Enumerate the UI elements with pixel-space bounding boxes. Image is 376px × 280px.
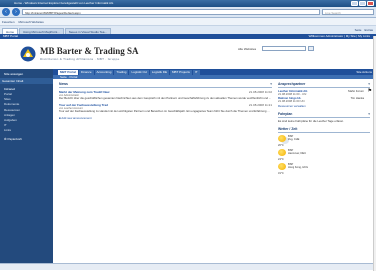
recycle-bin-label: Papierkorb [7,136,23,141]
sidebar-item-view-site[interactable]: Site anzeigen [0,71,53,76]
weather-temp: 20°C [278,143,284,147]
news-title-text: News [59,82,68,86]
page-menu[interactable]: Seite [355,28,362,32]
news-item-date: 21.08.2008 11:02 [248,90,272,94]
window-title: Home - Windows Internet Explorer bereitg… [14,1,114,5]
address-bar[interactable]: http://intranet:80/MBT/Pages/Default.asp… [22,9,320,15]
search-input[interactable]: Live Search [322,9,374,15]
tab-mappoint[interactable]: Using Microsoft MapPoint... [19,28,64,34]
tab-mbt-projects[interactable]: MBT Projects [169,69,192,75]
tab-visual-studio[interactable]: Neues in Visual Studio Tea... [64,28,111,34]
tab-logistik-ch[interactable]: Logistik CH [129,69,149,75]
search-go-button[interactable] [308,46,314,51]
news-item: Tour auf der Fachausstellung Trad 21.08.… [59,103,272,113]
minimize-button[interactable] [351,1,358,6]
add-announcement-link[interactable]: ■ Add new announcement [59,116,272,120]
news-item-body: Der Bericht über die geschäftlichen gesa… [59,96,272,100]
weather-item: BSP Zug, CHE [278,134,370,142]
page-layout: Site anzeigen Gesamter Inhalt Intranet P… [0,69,376,263]
manage-resources-link[interactable]: Ressourcen verwalten [278,104,370,108]
recycle-bin-link[interactable]: ♻ Papierkorb [0,137,53,141]
close-button[interactable] [367,1,374,6]
partly-cloudy-icon [278,134,286,142]
tab-trading[interactable]: Trading [114,69,129,75]
site-header: MB Barter & Trading SA Distribution & Tr… [0,39,376,69]
maximize-button[interactable] [359,1,366,6]
site-search-input[interactable] [262,46,306,51]
search-scope[interactable]: Alle Websites [238,47,256,51]
sidebar: Site anzeigen Gesamter Inhalt Intranet P… [0,69,53,263]
tab-tools: Seite Extras [355,28,376,32]
weather-location: Zug, CHE [288,137,300,141]
weather-title: Wetter / Zeit [278,127,370,133]
favorites-bar: Favoriten Microsoft Websites [0,18,376,26]
contact-detail: 21.08.2008 11:00 Uhr [278,99,305,104]
fahrplan-title: Fahrplan ▾ [278,112,370,118]
news-item: Markt der Meinung zum Tradd! New 21.08.2… [59,90,272,100]
main-content: MBT Portal Finance Accounting Trading Lo… [53,69,376,263]
browser-tabs: Home Using Microsoft MapPoint... Neues i… [0,26,376,34]
news-title: News ▾ [59,82,272,88]
sun-icon [278,148,286,156]
contact-role: Tim Hanka [350,95,364,100]
tab-accounting[interactable]: Accounting [94,69,114,75]
tab-it[interactable]: IT [192,69,200,75]
back-button[interactable]: ‹ [2,8,10,16]
contacts-title-text: Ansprechpartner [278,82,306,86]
tab-mbt-portal[interactable]: MBT Portal [58,69,78,75]
weather-location: Hannover, DEU [288,151,307,155]
fahrplan-title-text: Fahrplan [278,111,293,116]
tab-logistik-de[interactable]: Logistik DE [149,69,169,75]
browser-navbar: ‹ › http://intranet:80/MBT/Pages/Default… [0,7,376,18]
webpart-menu-icon[interactable]: ▾ [270,82,272,86]
contacts-title: Ansprechpartner ▾ [278,82,370,88]
fahrplan-webpart: Fahrplan ▾ Es sind keine Fahrpläne für d… [278,112,370,123]
sidebar-item-links[interactable]: Links [0,128,53,133]
tools-menu[interactable]: Extras [364,28,373,32]
sidebar-heading[interactable]: Gesamter Inhalt [0,78,53,85]
weather-webpart: Wetter / Zeit BSP Zug, CHE 20°C BSP Hann… [278,127,370,175]
weather-location: Hong Kong, HKG [288,165,309,169]
favorites-button[interactable]: Favoriten [2,20,15,24]
tab-finance[interactable]: Finance [78,69,94,75]
news-item-date: 21.08.2008 11:21 [248,103,272,108]
forward-button[interactable]: › [12,8,20,16]
weather-title-text: Wetter / Zeit [278,126,298,131]
contact-role: Mahn Forum [348,89,364,93]
weather-item: BSP Hong Kong, HKG [278,162,370,170]
news-item-body: Tour auf der Fachausstellung zu Handel m… [59,109,270,114]
recycle-bin-icon: ♻ [4,136,7,141]
add-announcement-label: Add new announcement [61,116,92,121]
webpart-menu-icon[interactable]: ▾ [368,82,370,86]
status-bar [0,263,376,270]
company-logo-icon [20,46,36,62]
weather-item: BSP Hannover, DEU [278,148,370,156]
right-column: Ansprechpartner ▾ Leuther Informatik AG … [278,82,372,260]
person-icon: ⚑ [367,88,372,94]
company-tagline: Distribution & Trading Affiliations · MB… [40,57,120,61]
webpart-menu-icon[interactable]: ▾ [368,112,370,116]
web-part-zone: News ▾ Markt der Meinung zum Tradd! New … [53,79,376,263]
weather-temp: 24°C [278,157,284,161]
window-titlebar: Home - Windows Internet Explorer bereitg… [0,0,376,7]
sun-icon [278,162,286,170]
contact-item: Ralmon hingo HL Tim Hanka 21.08.2008 11:… [278,95,370,104]
favorite-link[interactable]: Microsoft Websites [19,20,44,24]
company-name: MB Barter & Trading SA [40,46,139,56]
weather-temp: 31°C [278,171,284,175]
fahrplan-text: Es sind keine Fahrpläne für die Leuther … [278,118,344,123]
contacts-webpart: Ansprechpartner ▾ Leuther Informatik AG … [278,82,372,108]
news-webpart: News ▾ Markt der Meinung zum Tradd! New … [59,82,272,260]
